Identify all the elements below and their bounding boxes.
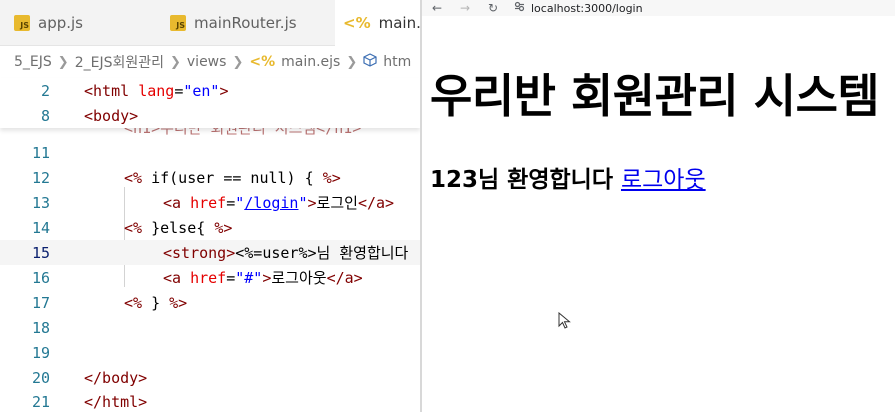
line-number: 12 [31, 168, 50, 187]
line-number: 17 [31, 293, 50, 312]
code-token: <body> [84, 106, 139, 125]
code-line[interactable]: 11 [0, 140, 420, 165]
code-line[interactable]: 16 <a href="#">로그아웃</a> [0, 265, 420, 290]
tab-label: mainRouter.js [194, 14, 297, 32]
code-link[interactable]: /login [244, 194, 298, 212]
code-line[interactable]: 8 <body> [0, 103, 420, 128]
code-token: = [226, 269, 236, 287]
address-bar[interactable]: localhost:3000/login [514, 1, 643, 15]
back-arrow-icon[interactable]: ← [430, 1, 444, 15]
line-number: 13 [31, 193, 50, 212]
code-line[interactable]: 19 [0, 340, 420, 365]
breadcrumb-item[interactable]: 5_EJS [14, 54, 52, 70]
forward-arrow-icon[interactable]: → [458, 1, 472, 15]
code-token: 님 환영합니다 [316, 244, 409, 262]
code-token: > [307, 194, 317, 212]
line-number: 11 [31, 143, 50, 162]
browser-toolbar: ← → ↻ localhost:3000/login [422, 0, 895, 16]
greeting-line: 123님 환영합니다 로그아웃 [430, 160, 706, 194]
code-token: " [298, 194, 308, 212]
breadcrumb-item[interactable]: 2_EJS회원관리 [75, 52, 164, 72]
code-token: " [235, 194, 245, 212]
code-token: <a [163, 269, 191, 287]
code-token: </html> [84, 392, 148, 411]
code-token: if(user == null) { [142, 168, 323, 187]
code-token: = [226, 194, 236, 212]
code-token: "#" [235, 269, 263, 287]
breadcrumb-item[interactable]: htm [383, 54, 411, 70]
code-line[interactable]: 12 <% if(user == null) { %> [0, 165, 420, 190]
reload-icon[interactable]: ↻ [486, 1, 500, 15]
code-token: <a [163, 194, 191, 212]
code-token: 로그아웃 [271, 269, 327, 287]
line-number: 15 [31, 243, 50, 262]
code-line[interactable]: 13 <a href="/login">로그인</a> [0, 190, 420, 215]
line-number: 19 [31, 343, 50, 362]
code-token: href [190, 269, 227, 287]
editor-tab-bar: JS app.js JS mainRouter.js <% main.e [0, 0, 420, 46]
code-token: > [219, 81, 229, 100]
code-line[interactable]: 2 <html lang="en"> [0, 78, 420, 103]
tab-main-ejs[interactable]: <% main.e [335, 0, 420, 46]
code-token: } [142, 293, 170, 312]
code-token: }else{ [142, 218, 215, 237]
welcome-text: 123님 환영합니다 [430, 167, 613, 193]
code-token: = [174, 81, 184, 100]
ejs-file-icon: <% [249, 54, 276, 70]
breadcrumb-item[interactable]: main.ejs [281, 54, 340, 70]
js-file-icon: JS [170, 15, 186, 31]
line-number: 16 [31, 268, 50, 287]
chevron-right-icon: ❯ [232, 54, 244, 70]
url-text[interactable]: localhost:3000/login [531, 2, 643, 15]
line-number: 8 [40, 106, 50, 125]
cube-icon [363, 53, 377, 71]
tab-label: app.js [38, 14, 83, 32]
code-token: %> [169, 293, 188, 312]
logout-link[interactable]: 로그아웃 [621, 167, 706, 193]
browser-window: ← → ↻ localhost:3000/login 우리반 회원관리 시스템 … [422, 0, 895, 412]
code-token: lang [138, 81, 175, 100]
page-heading: 우리반 회원관리 시스템 [430, 69, 880, 123]
code-token: 로그인 [316, 194, 358, 212]
code-token: <% [124, 293, 143, 312]
code-token: "en" [183, 81, 220, 100]
code-token: %> [214, 218, 233, 237]
chevron-right-icon: ❯ [346, 54, 358, 70]
code-line-current[interactable]: 15 <strong><%=user%>님 환영합니다 [0, 240, 420, 265]
line-number: 2 [40, 81, 50, 100]
code-token: <strong> [163, 244, 236, 262]
code-token: </a> [357, 194, 395, 212]
mouse-pointer-icon [558, 312, 571, 329]
breadcrumb: 5_EJS ❯ 2_EJS회원관리 ❯ views ❯ <% main.ejs … [0, 46, 420, 78]
code-token: <html [84, 81, 139, 100]
tab-app-js[interactable]: JS app.js [0, 0, 160, 46]
tab-label: main.e [378, 14, 420, 32]
site-info-icon[interactable] [514, 1, 525, 15]
chevron-right-icon: ❯ [57, 54, 69, 70]
sticky-scroll-header: 2 <html lang="en"> 8 <body> [0, 78, 420, 128]
code-line[interactable]: 20 </body> [0, 365, 420, 390]
code-token: </body> [84, 368, 148, 387]
breadcrumb-item[interactable]: views [187, 54, 227, 70]
code-token: <% [124, 218, 143, 237]
chevron-right-icon: ❯ [169, 54, 181, 70]
code-line[interactable]: 17 <% } %> [0, 290, 420, 315]
code-token: <%=user%> [235, 244, 317, 262]
tab-main-router-js[interactable]: JS mainRouter.js [160, 0, 335, 46]
code-editor: JS app.js JS mainRouter.js <% main.e 5_E… [0, 0, 420, 412]
ejs-file-icon: <% [343, 14, 371, 32]
code-token: %> [322, 168, 341, 187]
code-line[interactable]: 14 <% }else{ %> [0, 215, 420, 240]
line-number: 20 [31, 368, 50, 387]
code-token: </a> [326, 269, 363, 287]
js-file-icon: JS [14, 15, 30, 31]
code-token: <% [124, 168, 143, 187]
line-number: 21 [31, 392, 50, 411]
line-number: 18 [31, 318, 50, 337]
code-line[interactable]: 21 </html> [0, 389, 420, 412]
code-token: href [190, 194, 227, 212]
code-line[interactable]: 18 [0, 315, 420, 340]
line-number: 14 [31, 218, 50, 237]
